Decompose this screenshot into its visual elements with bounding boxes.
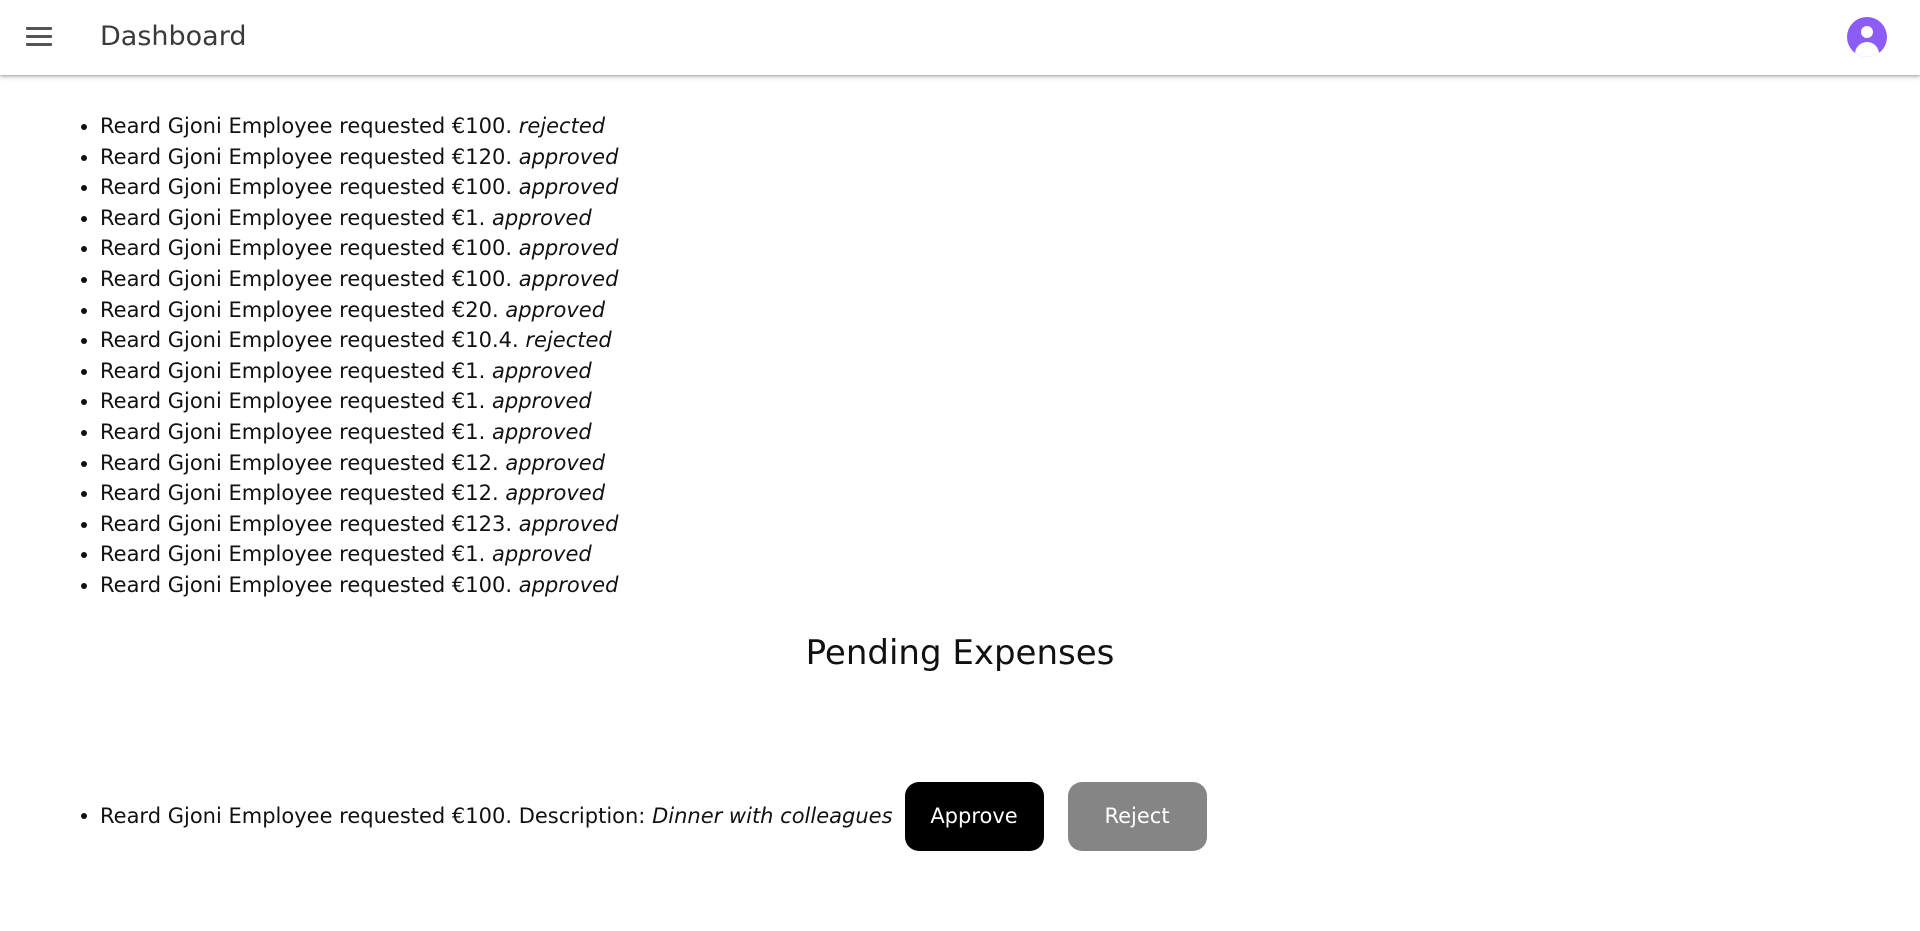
history-item-status: approved bbox=[505, 450, 606, 475]
history-item-status: approved bbox=[518, 175, 619, 200]
history-item-text: Reard Gjoni Employee requested €1. bbox=[100, 358, 486, 383]
history-item-status: approved bbox=[518, 266, 619, 291]
history-item: Reard Gjoni Employee requested €123. app… bbox=[100, 509, 618, 540]
page-title: Dashboard bbox=[100, 21, 247, 52]
history-item-status: approved bbox=[492, 358, 592, 383]
pending-item: Reard Gjoni Employee requested €100. Des… bbox=[100, 780, 1207, 851]
history-item-text: Reard Gjoni Employee requested €12. bbox=[100, 450, 499, 475]
history-item-text: Reard Gjoni Employee requested €1. bbox=[100, 205, 486, 230]
history-item: Reard Gjoni Employee requested €100. app… bbox=[100, 570, 618, 601]
history-item: Reard Gjoni Employee requested €1. appro… bbox=[100, 203, 618, 234]
pending-expenses-list: Reard Gjoni Employee requested €100. Des… bbox=[0, 780, 1207, 851]
history-item: Reard Gjoni Employee requested €100. rej… bbox=[100, 111, 618, 142]
history-item-status: approved bbox=[518, 236, 619, 261]
history-item-text: Reard Gjoni Employee requested €100. bbox=[100, 266, 513, 291]
history-item: Reard Gjoni Employee requested €1. appro… bbox=[100, 356, 618, 387]
history-item: Reard Gjoni Employee requested €120. app… bbox=[100, 142, 618, 173]
history-item: Reard Gjoni Employee requested €12. appr… bbox=[100, 448, 618, 479]
pending-item-description: Dinner with colleagues bbox=[652, 804, 893, 828]
history-item-text: Reard Gjoni Employee requested €100. bbox=[100, 572, 513, 597]
account-circle-icon[interactable] bbox=[1847, 17, 1887, 57]
history-item: Reard Gjoni Employee requested €100. app… bbox=[100, 233, 618, 264]
history-item: Reard Gjoni Employee requested €20. appr… bbox=[100, 295, 618, 326]
history-item-status: approved bbox=[492, 389, 592, 414]
history-item: Reard Gjoni Employee requested €10.4. re… bbox=[100, 325, 618, 356]
history-item-text: Reard Gjoni Employee requested €10.4. bbox=[100, 328, 519, 353]
history-item: Reard Gjoni Employee requested €12. appr… bbox=[100, 478, 618, 509]
history-item-text: Reard Gjoni Employee requested €20. bbox=[100, 297, 499, 322]
history-item-text: Reard Gjoni Employee requested €120. bbox=[100, 144, 513, 169]
reject-button[interactable]: Reject bbox=[1067, 781, 1207, 851]
approve-button[interactable]: Approve bbox=[904, 781, 1044, 851]
history-item-status: rejected bbox=[525, 328, 612, 353]
history-item-status: approved bbox=[518, 572, 619, 597]
pending-item-text: Reard Gjoni Employee requested €100. Des… bbox=[100, 804, 646, 828]
history-item-status: approved bbox=[518, 511, 619, 536]
history-item: Reard Gjoni Employee requested €1. appro… bbox=[100, 386, 618, 417]
history-item: Reard Gjoni Employee requested €100. app… bbox=[100, 264, 618, 295]
history-item-text: Reard Gjoni Employee requested €1. bbox=[100, 542, 486, 567]
history-item-text: Reard Gjoni Employee requested €123. bbox=[100, 511, 513, 536]
expense-history-list: Reard Gjoni Employee requested €100. rej… bbox=[0, 111, 618, 601]
history-item-text: Reard Gjoni Employee requested €100. bbox=[100, 114, 513, 138]
history-item-text: Reard Gjoni Employee requested €100. bbox=[100, 175, 513, 200]
history-item-status: approved bbox=[492, 542, 592, 567]
history-item-status: approved bbox=[492, 205, 592, 230]
history-item-text: Reard Gjoni Employee requested €1. bbox=[100, 419, 486, 444]
history-item-status: approved bbox=[505, 297, 606, 322]
history-item: Reard Gjoni Employee requested €100. app… bbox=[100, 172, 618, 203]
history-item-status: approved bbox=[505, 481, 606, 506]
history-item-status: rejected bbox=[518, 114, 606, 138]
history-item-text: Reard Gjoni Employee requested €12. bbox=[100, 481, 499, 506]
history-item: Reard Gjoni Employee requested €1. appro… bbox=[100, 539, 618, 570]
pending-expenses-heading: Pending Expenses bbox=[805, 633, 1115, 673]
history-item-status: approved bbox=[518, 144, 619, 169]
history-item: Reard Gjoni Employee requested €1. appro… bbox=[100, 417, 618, 448]
history-item-status: approved bbox=[492, 419, 592, 444]
history-item-text: Reard Gjoni Employee requested €100. bbox=[100, 236, 513, 261]
history-item-text: Reard Gjoni Employee requested €1. bbox=[100, 389, 486, 414]
menu-icon[interactable] bbox=[22, 22, 56, 52]
app-bar: Dashboard bbox=[0, 0, 1920, 75]
